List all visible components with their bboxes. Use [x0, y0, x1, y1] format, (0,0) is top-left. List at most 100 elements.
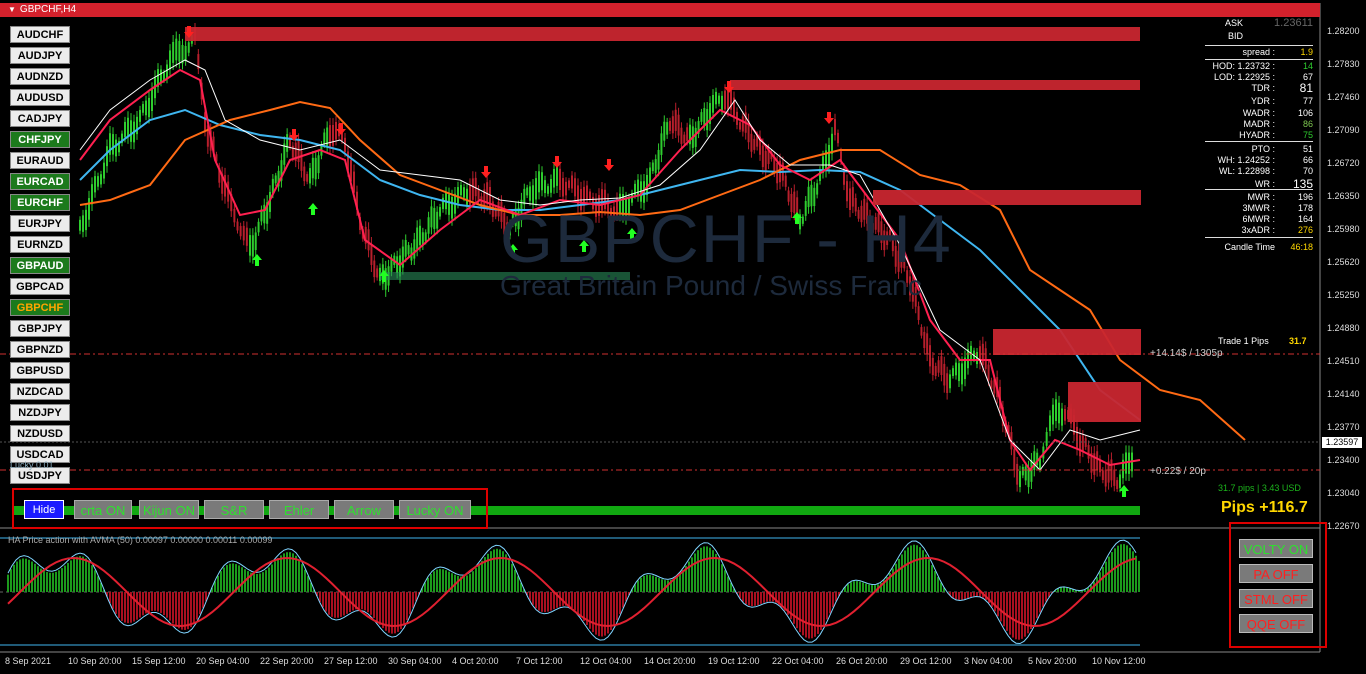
symbol-button-eurnzd[interactable]: EURNZD [10, 236, 70, 253]
candle-body [526, 187, 529, 196]
candle-body [955, 362, 957, 376]
candle-body [703, 108, 706, 126]
symbol-button-audusd[interactable]: AUDUSD [10, 89, 70, 106]
bid-label: BID [1227, 31, 1243, 41]
candle-body [239, 226, 242, 237]
candle-body [106, 146, 108, 167]
info-row: 6MWR : 164 [1205, 214, 1314, 225]
candle-body [1113, 469, 1116, 486]
chart-title-bar[interactable]: ▼ GBPCHF,H4 [0, 3, 1320, 17]
candle-body [300, 150, 303, 171]
symbol-button-eurchf[interactable]: EURCHF [10, 194, 70, 211]
price-chart[interactable] [0, 0, 1366, 674]
ask-value: 1.23611 [1274, 17, 1313, 29]
candle-body [451, 196, 453, 219]
symbol-button-gbpjpy[interactable]: GBPJPY [10, 320, 70, 337]
candle-body [289, 136, 291, 147]
candle-body [718, 95, 720, 104]
candle-body [651, 162, 654, 172]
crta-toggle-button[interactable]: crta ON [74, 500, 132, 519]
candle-body [130, 120, 132, 142]
ehler-toggle-button[interactable]: Ehler [269, 500, 329, 519]
candle-body [251, 235, 254, 257]
symbol-button-nzdjpy[interactable]: NZDJPY [10, 404, 70, 421]
info-row-value: 51 [1302, 144, 1313, 154]
candle-body [1087, 445, 1090, 459]
symbol-button-audnzd[interactable]: AUDNZD [10, 68, 70, 85]
time-axis-label: 14 Oct 20:00 [644, 656, 696, 666]
symbol-button-euraud[interactable]: EURAUD [10, 152, 70, 169]
candle-body [314, 157, 317, 180]
candle-body [984, 348, 987, 369]
candle-body [657, 149, 660, 170]
time-axis-label: 7 Oct 12:00 [516, 656, 563, 666]
symbol-button-nzdusd[interactable]: NZDUSD [10, 425, 70, 442]
info-row: WH: 1.24252 : 66 [1205, 155, 1313, 166]
info-row-value: 86 [1302, 119, 1313, 129]
candle-body [721, 95, 723, 111]
lucky-toggle-button[interactable]: Lucky ON [399, 500, 471, 519]
candle-body [257, 221, 260, 233]
info-row: HOD: 1.23732 : 14 [1205, 61, 1313, 72]
symbol-button-cadjpy[interactable]: CADJPY [10, 110, 70, 127]
candle-body [166, 64, 168, 79]
candle-body [1016, 463, 1019, 485]
symbol-button-gbpnzd[interactable]: GBPNZD [10, 341, 70, 358]
candle-body [317, 155, 320, 174]
symbol-button-gbpchf[interactable]: GBPCHF [10, 299, 70, 316]
candle-body [187, 42, 190, 53]
trade-pips-label: Trade 1 Pips [1218, 336, 1269, 346]
stml-toggle-button[interactable]: STML OFF [1239, 589, 1313, 608]
info-row-label: 3xADR : [1241, 225, 1275, 235]
symbol-button-eurjpy[interactable]: EURJPY [10, 215, 70, 232]
candle-body [987, 364, 990, 381]
pa-toggle-button[interactable]: PA OFF [1239, 564, 1313, 583]
candle-body [574, 178, 576, 197]
candle-body [753, 138, 756, 150]
info-row: MADR : 86 [1205, 119, 1314, 130]
qqe-toggle-button[interactable]: QQE OFF [1239, 614, 1313, 633]
info-row-label: MADR : [1243, 119, 1276, 129]
candle-body [1058, 402, 1060, 424]
collapse-triangle-icon[interactable]: ▼ [8, 5, 16, 14]
time-axis-label: 19 Oct 12:00 [708, 656, 760, 666]
candle-body [160, 69, 162, 83]
candle-body [97, 176, 99, 187]
info-row-label: WADR : [1242, 108, 1275, 118]
info-row-value: 75 [1302, 130, 1313, 140]
candle-body [424, 232, 427, 242]
sr-toggle-button[interactable]: S&R [204, 500, 264, 519]
candle-body [671, 116, 674, 134]
candle-body [115, 139, 117, 157]
symbol-button-eurcad[interactable]: EURCAD [10, 173, 70, 190]
symbol-button-gbpusd[interactable]: GBPUSD [10, 362, 70, 379]
candle-body [373, 260, 376, 278]
candle-body [142, 104, 144, 113]
candle-body [442, 197, 444, 209]
lucky-label: Lucky 0.01 [10, 460, 54, 470]
candle-body [303, 166, 306, 182]
candle-body [1055, 399, 1057, 421]
symbol-button-gbpcad[interactable]: GBPCAD [10, 278, 70, 295]
candle-body [1076, 426, 1078, 449]
candle-body [94, 176, 96, 193]
watermark-symbol: GBPCHF - H4 [500, 201, 953, 277]
candle-body [529, 186, 531, 201]
hide-button[interactable]: Hide [24, 500, 64, 519]
symbol-button-chfjpy[interactable]: CHFJPY [10, 131, 70, 148]
candle-body [306, 174, 309, 182]
volty-toggle-button[interactable]: VOLTY ON [1239, 539, 1313, 558]
kijun-toggle-button[interactable]: Kijun ON [139, 500, 199, 519]
arrow-toggle-button[interactable]: Arrow [334, 500, 394, 519]
symbol-button-gbpaud[interactable]: GBPAUD [10, 257, 70, 274]
candle-body [127, 117, 129, 138]
candle-body [370, 243, 373, 265]
candle-body [834, 119, 836, 136]
candle-body [1116, 480, 1119, 490]
candle-body [784, 175, 787, 187]
sell-arrow-icon [604, 159, 614, 171]
symbol-button-audchf[interactable]: AUDCHF [10, 26, 70, 43]
price-axis-label: 1.27090 [1327, 125, 1360, 135]
symbol-button-audjpy[interactable]: AUDJPY [10, 47, 70, 64]
symbol-button-nzdcad[interactable]: NZDCAD [10, 383, 70, 400]
